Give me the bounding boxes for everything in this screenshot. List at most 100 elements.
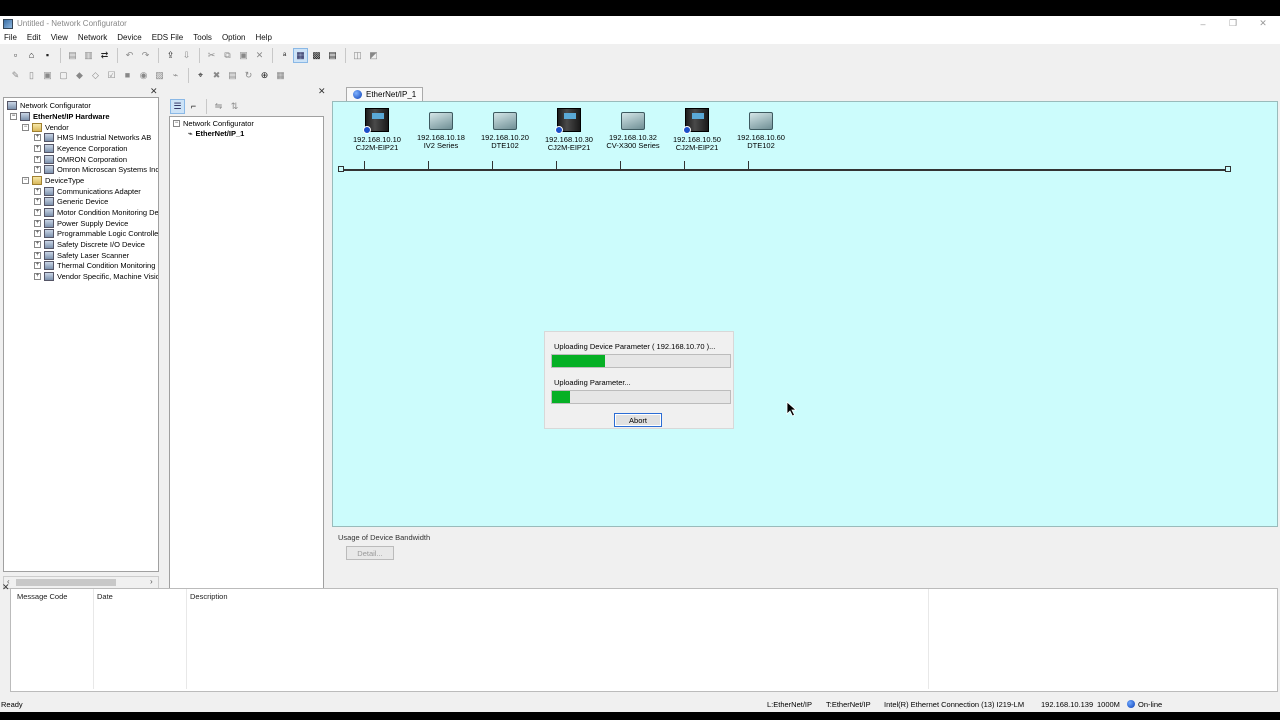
binoculars-icon[interactable]: ⊕ <box>257 68 272 83</box>
trash-icon[interactable]: ▯ <box>24 68 39 83</box>
collapse-icon[interactable]: − <box>10 113 17 120</box>
new-file-icon[interactable]: ▫ <box>8 48 23 63</box>
stop-icon[interactable]: ■ <box>120 68 135 83</box>
expand-icon[interactable]: + <box>34 198 41 205</box>
device-node[interactable]: 192.168.10.30 CJ2M-EIP21 <box>537 108 601 152</box>
expand-icon[interactable]: + <box>34 166 41 173</box>
tree-node-device-type[interactable]: + Motor Condition Monitoring Dev <box>34 207 158 218</box>
tree-node-vendor-item[interactable]: + Omron Microscan Systems Inc. <box>34 164 158 175</box>
tile-icon[interactable]: ◫ <box>350 48 365 63</box>
menu-option[interactable]: Option <box>222 33 246 42</box>
verify-icon[interactable]: ✖ <box>209 68 224 83</box>
redo-icon[interactable]: ↷ <box>138 48 153 63</box>
expand-icon[interactable]: + <box>34 156 41 163</box>
device-node[interactable]: 192.168.10.18 IV2 Series <box>409 108 473 150</box>
collapse-icon[interactable]: − <box>22 124 29 131</box>
move-down-icon[interactable]: ◇ <box>88 68 103 83</box>
detail-button[interactable]: Detail... <box>346 546 394 560</box>
menu-view[interactable]: View <box>51 33 68 42</box>
expand-icon[interactable]: + <box>34 134 41 141</box>
print-icon[interactable]: ▤ <box>65 48 80 63</box>
undo-icon[interactable]: ↶ <box>122 48 137 63</box>
maximize-button[interactable]: ❐ <box>1218 16 1248 31</box>
close-button[interactable]: ✕ <box>1248 16 1278 31</box>
property-icon[interactable]: ᵃ <box>277 48 292 63</box>
edit-link-icon[interactable]: ⌁ <box>168 68 183 83</box>
network-canvas[interactable]: 192.168.10.10 CJ2M-EIP21 192.168.10.18 I… <box>332 101 1278 527</box>
large-icons-view-icon[interactable]: ▦ <box>293 47 308 63</box>
menu-edit[interactable]: Edit <box>27 33 41 42</box>
expand-icon[interactable]: + <box>34 241 41 248</box>
expand-icon[interactable]: + <box>34 220 41 227</box>
tree-node-device-type[interactable]: + Thermal Condition Monitoring D <box>34 260 158 271</box>
device-node[interactable]: 192.168.10.60 DTE102 <box>729 108 793 150</box>
move-up-icon[interactable]: ◆ <box>72 68 87 83</box>
tab-ethernetip-1[interactable]: EtherNet/IP_1 <box>346 87 424 101</box>
tree-view-icon[interactable]: ☰ <box>170 98 185 114</box>
menu-device[interactable]: Device <box>117 33 141 42</box>
menu-eds-file[interactable]: EDS File <box>152 33 184 42</box>
monitor-icon[interactable]: ◉ <box>136 68 151 83</box>
output-panel-close-icon[interactable]: ✕ <box>2 582 10 593</box>
print-preview-icon[interactable]: ▥ <box>81 48 96 63</box>
tree-node-device-type[interactable]: + Programmable Logic Controller <box>34 228 158 239</box>
tree-node-vendor-item[interactable]: + HMS Industrial Networks AB <box>34 132 151 143</box>
sort-icon[interactable]: ⇅ <box>227 99 242 114</box>
upload-icon[interactable]: ⇪ <box>163 48 178 63</box>
expand-icon[interactable]: + <box>34 262 41 269</box>
tree-node-device-type[interactable]: + Vendor Specific, Machine Visio <box>34 271 158 282</box>
device-node[interactable]: 192.168.10.32 CV-X300 Series <box>601 108 665 150</box>
device-node[interactable]: 192.168.10.20 DTE102 <box>473 108 537 150</box>
tree-node-device-type[interactable]: + Safety Discrete I/O Device <box>34 239 145 250</box>
menu-tools[interactable]: Tools <box>193 33 212 42</box>
expand-icon[interactable]: + <box>34 145 41 152</box>
download-icon[interactable]: ⇩ <box>179 48 194 63</box>
compare-icon[interactable]: ▤ <box>225 68 240 83</box>
cut-icon[interactable]: ✂ <box>204 48 219 63</box>
reset-icon[interactable]: ↻ <box>241 68 256 83</box>
save-icon[interactable]: ▪ <box>40 48 55 63</box>
column-message-code[interactable]: Message Code <box>17 592 67 601</box>
connect-icon[interactable]: ⇄ <box>97 48 112 63</box>
menu-help[interactable]: Help <box>256 33 272 42</box>
find-device-icon[interactable]: ⌖ <box>193 68 208 83</box>
filter-icon[interactable]: ⇋ <box>211 99 226 114</box>
device-node[interactable]: 192.168.10.50 CJ2M-EIP21 <box>665 108 729 152</box>
grid-view-icon[interactable]: ▩ <box>309 48 324 63</box>
wand-icon[interactable]: ✎ <box>8 68 23 83</box>
tree-node-vendor-item[interactable]: + Keyence Corporation <box>34 143 127 154</box>
expand-icon[interactable]: + <box>34 252 41 259</box>
expand-icon[interactable]: + <box>34 188 41 195</box>
unregister-icon[interactable]: ▢ <box>56 68 71 83</box>
copy-icon[interactable]: ⧉ <box>220 48 235 63</box>
expand-icon[interactable]: + <box>34 230 41 237</box>
device-node[interactable]: 192.168.10.10 CJ2M-EIP21 <box>345 108 409 152</box>
tree-node-device-type[interactable]: + Generic Device <box>34 196 108 207</box>
minimize-button[interactable]: – <box>1188 16 1218 31</box>
edit-param-icon[interactable]: ▨ <box>152 68 167 83</box>
column-date[interactable]: Date <box>97 592 113 601</box>
scroll-right-icon[interactable]: › <box>150 577 153 586</box>
expand-icon[interactable]: + <box>34 209 41 216</box>
expand-icon[interactable]: + <box>34 273 41 280</box>
register-icon[interactable]: ▣ <box>40 68 55 83</box>
delete-icon[interactable]: ✕ <box>252 48 267 63</box>
open-folder-icon[interactable]: ⌂ <box>24 48 39 63</box>
paste-icon[interactable]: ▣ <box>236 48 251 63</box>
tree-node-devicetype[interactable]: − DeviceType <box>22 175 84 186</box>
expand-tree-icon[interactable]: ⌐ <box>186 99 201 114</box>
collapse-icon[interactable]: − <box>173 120 180 127</box>
scroll-thumb[interactable] <box>16 579 116 586</box>
report-icon[interactable]: ▦ <box>273 68 288 83</box>
check-icon[interactable]: ☑ <box>104 68 119 83</box>
menu-file[interactable]: File <box>4 33 17 42</box>
tree-node-root[interactable]: Network Configurator <box>7 100 91 111</box>
menu-network[interactable]: Network <box>78 33 107 42</box>
cascade-icon[interactable]: ◩ <box>366 48 381 63</box>
network-panel-close-icon[interactable]: ✕ <box>318 86 326 97</box>
collapse-icon[interactable]: − <box>22 177 29 184</box>
column-description[interactable]: Description <box>190 592 228 601</box>
list-view-icon[interactable]: ▤ <box>325 48 340 63</box>
abort-button[interactable]: Abort <box>614 413 662 427</box>
tree-node-ethernetip-hardware[interactable]: − EtherNet/IP Hardware <box>10 111 110 122</box>
